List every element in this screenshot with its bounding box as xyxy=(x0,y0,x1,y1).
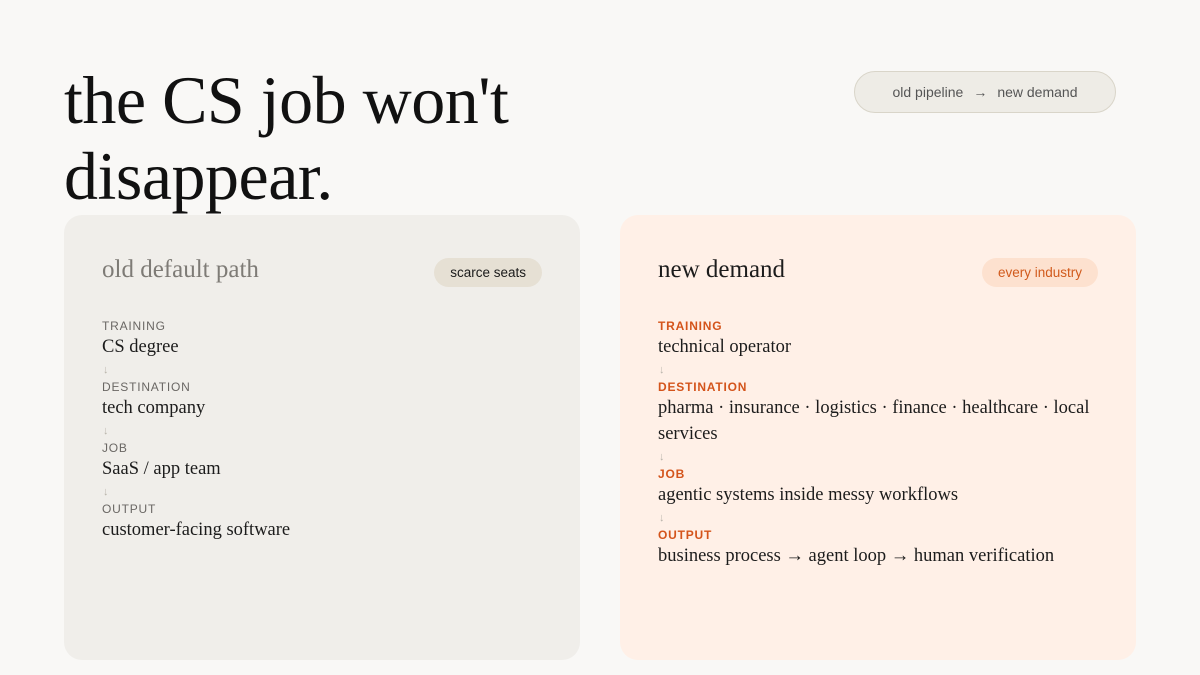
new-demand-title: new demand xyxy=(658,256,786,283)
new-destination-value: pharma · insurance · logistics · finance… xyxy=(658,398,1090,444)
down-arrow-icon: ↓ xyxy=(659,451,665,463)
new-demand-steps: TRAINING technical operator ↓ DESTINATIO… xyxy=(658,319,1098,569)
new-output-label: OUTPUT xyxy=(658,528,713,542)
new-destination-label: DESTINATION xyxy=(658,380,748,394)
new-training-label: TRAINING xyxy=(658,319,723,333)
page-title: the CS job won't disappear. xyxy=(64,62,509,214)
down-arrow-icon: ↓ xyxy=(103,425,109,437)
down-arrow-icon: ↓ xyxy=(659,512,665,524)
old-job-label: JOB xyxy=(102,441,128,455)
old-output-label: OUTPUT xyxy=(102,502,157,516)
new-demand-card: new demand every industry TRAINING techn… xyxy=(620,215,1136,660)
old-output-value: customer-facing software xyxy=(102,520,291,540)
pill-from-label: old pipeline xyxy=(892,84,964,100)
down-arrow-icon: ↓ xyxy=(103,486,109,498)
new-output-value: business process → agent loop → human ve… xyxy=(658,546,1055,566)
down-arrow-icon: ↓ xyxy=(659,364,665,376)
old-destination-value: tech company xyxy=(102,398,206,418)
scarce-seats-badge: scarce seats xyxy=(434,258,542,287)
every-industry-badge: every industry xyxy=(981,258,1098,287)
old-training-value: CS degree xyxy=(102,337,179,357)
down-arrow-icon: ↓ xyxy=(103,364,109,376)
old-path-card: old default path scarce seats TRAINING C… xyxy=(64,215,580,660)
old-destination-label: DESTINATION xyxy=(102,380,191,394)
old-job-value: SaaS / app team xyxy=(102,459,221,479)
new-job-value: agentic systems inside messy workflows xyxy=(658,485,959,505)
pill-to-label: new demand xyxy=(997,84,1078,100)
pipeline-pill: old pipeline → new demand xyxy=(854,71,1116,113)
old-path-steps: TRAINING CS degree ↓ DESTINATION tech co… xyxy=(102,319,542,543)
old-training-label: TRAINING xyxy=(102,319,166,333)
old-path-title: old default path xyxy=(102,256,259,283)
right-arrow-icon: → xyxy=(973,84,988,100)
new-job-label: JOB xyxy=(658,467,686,481)
new-training-value: technical operator xyxy=(658,337,792,357)
